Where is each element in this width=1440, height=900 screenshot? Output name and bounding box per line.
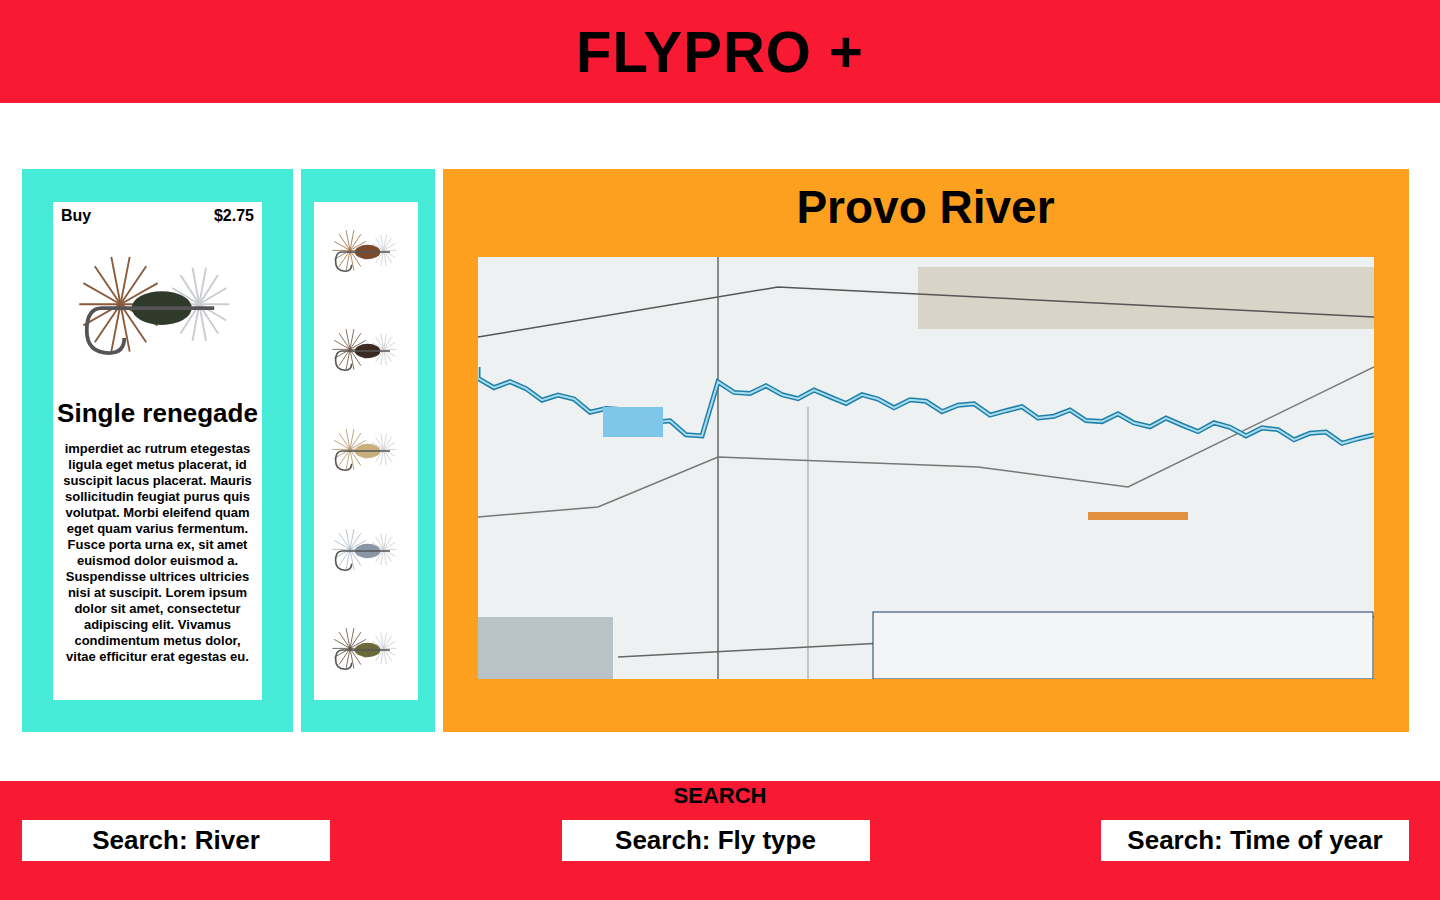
product-name: Single renegade xyxy=(53,398,262,429)
fly-icon xyxy=(63,233,253,383)
price-label: $2.75 xyxy=(214,207,254,225)
product-panel: Buy $2.75 Single renegade imperdiet ac rutr… xyxy=(22,169,293,732)
fly-thumbnail[interactable] xyxy=(314,401,418,501)
fly-icon xyxy=(326,319,406,383)
search-field[interactable]: Search: Fly type xyxy=(562,820,870,861)
thumbnail-strip xyxy=(314,202,418,700)
river-map-icon xyxy=(478,257,1374,679)
fly-thumbnail[interactable] xyxy=(314,501,418,601)
app-title: FLYPRO + xyxy=(576,18,864,85)
river-title: Provo River xyxy=(796,179,1054,235)
fly-thumbnail[interactable] xyxy=(314,202,418,302)
header-bar: FLYPRO + xyxy=(0,0,1440,103)
content-area: Buy $2.75 Single renegade imperdiet ac rutr… xyxy=(0,103,1440,732)
card-header: Buy $2.75 xyxy=(61,207,254,225)
product-card: Buy $2.75 Single renegade imperdiet ac rutr… xyxy=(53,202,262,700)
product-image xyxy=(61,225,254,390)
product-description: imperdiet ac rutrum etegestas ligula ege… xyxy=(61,441,254,665)
fly-icon xyxy=(326,220,406,284)
search-field[interactable]: Search: Time of year xyxy=(1101,820,1409,861)
fly-icon xyxy=(326,419,406,483)
search-fields: Search: River Search: Fly type Search: Tim… xyxy=(0,820,1440,861)
map-image[interactable] xyxy=(478,257,1374,679)
thumbnail-panel xyxy=(301,169,435,732)
search-title: SEARCH xyxy=(0,783,1440,809)
fly-thumbnail[interactable] xyxy=(314,600,418,700)
fly-icon xyxy=(326,519,406,583)
buy-button[interactable]: Buy xyxy=(61,207,91,225)
fly-thumbnail[interactable] xyxy=(314,302,418,402)
fly-icon xyxy=(326,618,406,682)
search-field[interactable]: Search: River xyxy=(22,820,330,861)
search-bar: SEARCHSearch: RiverSearch: Fly typeSearc… xyxy=(0,781,1440,900)
map-panel: Provo River xyxy=(443,169,1409,732)
